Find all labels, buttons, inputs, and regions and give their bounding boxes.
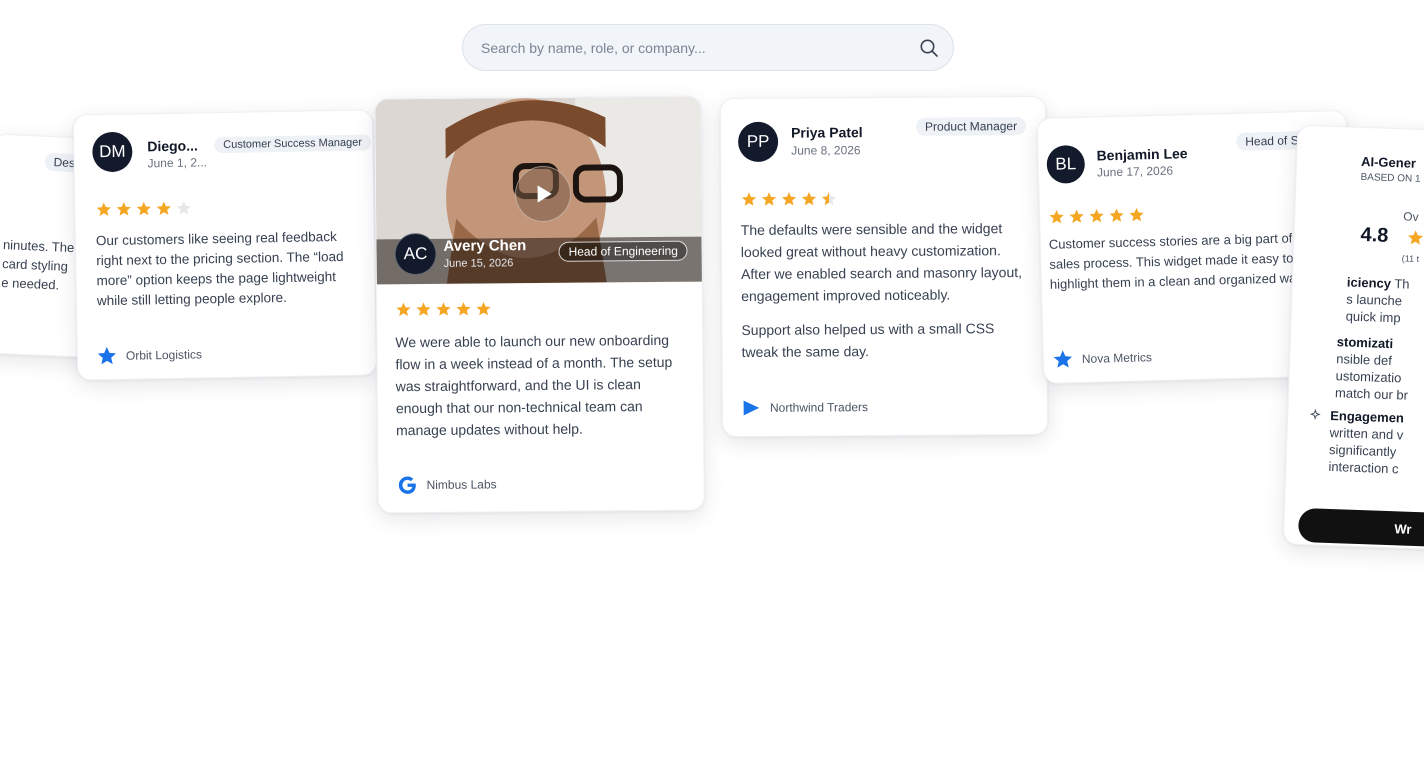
avatar: DM bbox=[92, 131, 133, 173]
role-badge: Head of Engineering bbox=[558, 240, 689, 262]
ai-item: Engagemen written and v significantly in… bbox=[1328, 407, 1424, 480]
rating-star-icon bbox=[821, 191, 837, 206]
reviewer-name: Avery Chen bbox=[443, 237, 527, 255]
rating-star-icon bbox=[96, 202, 111, 216]
company: Orbit Logistics bbox=[96, 343, 202, 367]
avatar: AC bbox=[394, 232, 437, 276]
overall-label: Ov bbox=[1403, 209, 1419, 224]
rating-star-icon bbox=[116, 202, 131, 216]
ai-item-head: iciency bbox=[1346, 274, 1392, 291]
ai-item-line: interaction c bbox=[1328, 458, 1399, 477]
avatar: PP bbox=[737, 121, 779, 163]
rating-star-icon bbox=[801, 191, 817, 206]
company: Nimbus Labs bbox=[396, 473, 497, 496]
play-icon bbox=[537, 185, 552, 203]
search-icon[interactable] bbox=[919, 38, 939, 58]
ai-item-line: quick imp bbox=[1345, 308, 1401, 326]
ai-item-rest: Th bbox=[1390, 276, 1410, 292]
star-rating bbox=[95, 200, 192, 219]
review-line: e needed. bbox=[1, 275, 60, 293]
review-text: The defaults were sensible and the widge… bbox=[740, 220, 1023, 304]
company-name: Orbit Logistics bbox=[125, 347, 203, 363]
rating-star-icon bbox=[476, 301, 491, 316]
company-name: Nova Metrics bbox=[1081, 350, 1153, 366]
write-review-button[interactable]: Wr bbox=[1297, 507, 1424, 550]
ai-summary-card[interactable]: AI-Gener BASED ON 1 Ov 4.8 (11 t iciency… bbox=[1282, 124, 1424, 552]
rating-star-icon bbox=[436, 302, 451, 316]
reviewer-name: Benjamin Lee bbox=[1096, 145, 1188, 164]
company-name: Northwind Traders bbox=[769, 400, 869, 415]
rating-star-icon bbox=[396, 302, 411, 317]
review-date: June 1, 2... bbox=[147, 155, 208, 171]
review-date: June 17, 2026 bbox=[1096, 163, 1174, 180]
rating-star-icon bbox=[1109, 208, 1124, 222]
rating-star-icon bbox=[1089, 208, 1104, 223]
rating-star-icon bbox=[176, 201, 191, 215]
review-text-extra: Support also helped us with a small CSS … bbox=[741, 320, 995, 360]
rating-star-icon bbox=[416, 302, 431, 316]
ai-item-head: stomizati bbox=[1336, 334, 1394, 352]
review-text: Our customers like seeing real feedback … bbox=[95, 229, 344, 309]
ai-item-line: match our br bbox=[1334, 385, 1409, 403]
play-button[interactable] bbox=[514, 165, 572, 223]
reviewer-name: Priya Patel bbox=[791, 124, 863, 141]
review-date: June 15, 2026 bbox=[443, 257, 514, 270]
testimonial-card[interactable]: DM Diego... June 1, 2... Customer Succes… bbox=[72, 109, 378, 381]
review-count: (11 t bbox=[1401, 253, 1420, 264]
ai-item: iciency Th s launche quick imp bbox=[1345, 273, 1424, 329]
search-bar[interactable] bbox=[462, 24, 954, 71]
ai-summary-title: AI-Gener bbox=[1360, 153, 1417, 171]
rating-star-icon bbox=[136, 201, 151, 216]
star-icon bbox=[97, 346, 117, 365]
search-input[interactable] bbox=[479, 38, 919, 57]
ai-item-head: Engagemen bbox=[1329, 407, 1405, 426]
star-rating bbox=[1048, 206, 1145, 226]
rating-star-icon bbox=[156, 201, 171, 215]
review-text: We were able to launch our new onboardin… bbox=[395, 331, 673, 439]
rating-star-icon bbox=[456, 302, 471, 316]
star-rating bbox=[740, 190, 837, 208]
role-badge: Product Manager bbox=[915, 117, 1027, 136]
video-thumbnail[interactable]: AC Avery Chen June 15, 2026 Head of Engi… bbox=[375, 96, 704, 285]
star-icon bbox=[1408, 230, 1424, 245]
avatar: BL bbox=[1046, 144, 1086, 184]
rating-star-icon bbox=[761, 192, 777, 206]
star-icon bbox=[1053, 350, 1072, 368]
rating-star-icon bbox=[1129, 207, 1144, 222]
company: Nova Metrics bbox=[1052, 346, 1153, 371]
ai-summary-subtitle: BASED ON 1 bbox=[1360, 171, 1421, 185]
testimonial-card[interactable]: PP Priya Patel June 8, 2026 Product Mana… bbox=[719, 95, 1049, 438]
sparkle-icon bbox=[1309, 408, 1321, 420]
company: Northwind Traders bbox=[740, 396, 868, 419]
play-triangle-icon bbox=[743, 400, 760, 416]
google-g-icon bbox=[398, 476, 416, 494]
rating-star-icon bbox=[1069, 209, 1084, 224]
ai-item: stomizati nsible def ustomizatio match o… bbox=[1335, 333, 1424, 406]
review-date: June 8, 2026 bbox=[791, 143, 861, 158]
rating-star-icon bbox=[1049, 210, 1064, 224]
reviewer-name: Diego... bbox=[147, 137, 198, 155]
star-rating bbox=[395, 300, 492, 318]
rating-star-icon bbox=[741, 192, 757, 206]
company-name: Nimbus Labs bbox=[426, 477, 497, 492]
review-text: ninutes. The card styling e needed. bbox=[1, 235, 75, 295]
role-badge: Customer Success Manager bbox=[214, 134, 372, 154]
overall-score: 4.8 bbox=[1360, 223, 1389, 247]
rating-star-icon bbox=[781, 192, 797, 206]
video-testimonial-card[interactable]: AC Avery Chen June 15, 2026 Head of Engi… bbox=[374, 95, 705, 514]
